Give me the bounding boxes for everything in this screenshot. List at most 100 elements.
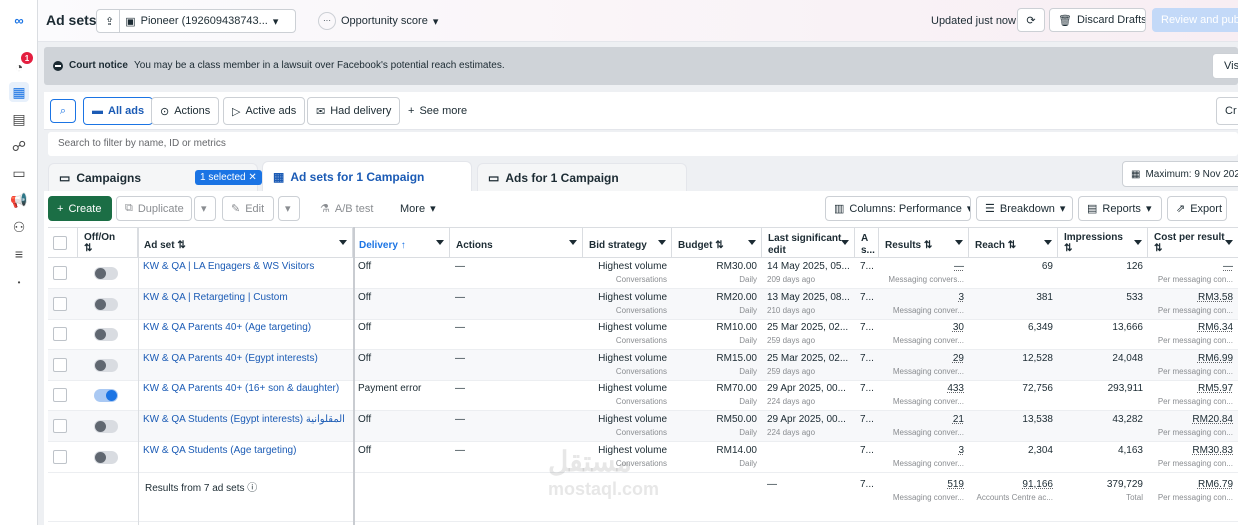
row-checkbox[interactable] bbox=[53, 449, 67, 464]
as-header[interactable]: A s... bbox=[855, 228, 879, 258]
chevron-down-icon: ▾ bbox=[967, 202, 970, 215]
cell-action: — bbox=[450, 258, 583, 288]
see-more-button[interactable]: + See more bbox=[400, 97, 476, 125]
cell-name[interactable]: KW & QA Parents 40+ (16+ son & daughter) bbox=[138, 380, 353, 410]
table-row[interactable]: KW & QA | LA Engagers & WS Visitors Off — H… bbox=[48, 258, 1238, 289]
adset-header[interactable]: Ad set ⇅ bbox=[138, 228, 353, 258]
cpr-value: RM6.79 bbox=[1197, 479, 1233, 491]
create-button[interactable]: + Create bbox=[48, 196, 112, 221]
table-row[interactable]: KW & QA Students (Egypt interests) المقل… bbox=[48, 411, 1238, 442]
row-toggle[interactable] bbox=[94, 358, 118, 372]
row-toggle[interactable] bbox=[94, 389, 118, 403]
edit-dropdown[interactable]: ▾ bbox=[278, 196, 300, 221]
more-dot-icon[interactable]: • bbox=[9, 272, 29, 292]
duplicate-button[interactable]: ⧉ Duplicate bbox=[116, 196, 192, 221]
audience-icon[interactable]: ☍ bbox=[9, 136, 29, 156]
row-checkbox[interactable] bbox=[53, 327, 67, 342]
upload-icon: ⇪ bbox=[105, 15, 115, 28]
billing-icon[interactable]: ▭ bbox=[9, 163, 29, 183]
results-header[interactable]: Results ⇅ bbox=[879, 228, 969, 258]
had-delivery-filter[interactable]: ✉ Had delivery bbox=[307, 97, 401, 125]
notice-message: You may be a class member in a lawsuit o… bbox=[134, 60, 505, 71]
table-row[interactable]: KW & QA Parents 40+ (16+ son & daughter)… bbox=[48, 380, 1238, 412]
row-checkbox[interactable] bbox=[53, 296, 67, 311]
selected-chip[interactable]: 1 selected ✕ bbox=[195, 170, 262, 185]
pages-icon[interactable]: ▤ bbox=[9, 109, 29, 129]
date-range-picker[interactable]: ▦ Maximum: 9 Nov 2024 bbox=[1122, 161, 1238, 187]
reports-button[interactable]: ▤ Reports ▾ bbox=[1078, 196, 1162, 221]
breakdown-button[interactable]: ☰ Breakdown ▾ bbox=[976, 196, 1073, 221]
select-all-checkbox[interactable] bbox=[53, 236, 67, 250]
search-input[interactable]: Search to filter by name, ID or metrics bbox=[48, 132, 1238, 156]
row-checkbox[interactable] bbox=[53, 388, 67, 403]
opportunity-icon: ··· bbox=[318, 12, 336, 30]
row-toggle[interactable] bbox=[94, 267, 118, 280]
cpr-value: RM6.99 bbox=[1197, 352, 1233, 364]
opportunity-score-button[interactable]: ··· Opportunity score ▾ bbox=[310, 9, 446, 33]
delivery-value: Payment error bbox=[358, 383, 422, 395]
table-row[interactable]: KW & QA Parents 40+ (Egypt interests) Off… bbox=[48, 349, 1238, 381]
cell-cpr: RM6.79 Per messaging con... bbox=[1148, 476, 1238, 506]
megaphone-icon[interactable]: 📢 bbox=[9, 190, 29, 210]
budget-value: RM14.00 bbox=[716, 444, 757, 456]
review-publish-button[interactable]: Review and publish bbox=[1152, 8, 1238, 32]
account-name: Pioneer (192609438743... bbox=[140, 15, 268, 27]
tab-campaigns[interactable]: ▭ Campaigns 1 selected ✕ bbox=[48, 163, 262, 191]
cell-name[interactable]: KW & QA Students (Age targeting) bbox=[138, 442, 353, 472]
actions-header[interactable]: Actions bbox=[450, 228, 583, 258]
row-toggle[interactable] bbox=[94, 297, 118, 311]
menu-icon[interactable]: ≡ bbox=[9, 244, 29, 264]
last-edit-header[interactable]: Last significant edit bbox=[762, 228, 855, 258]
cell-name[interactable]: KW & QA | LA Engagers & WS Visitors bbox=[138, 258, 353, 288]
tab-adsets[interactable]: ▦ Ad sets for 1 Campaign bbox=[262, 161, 472, 191]
table-row[interactable]: KW & QA Parents 40+ (Age targeting) Off — H… bbox=[48, 319, 1238, 351]
row-toggle[interactable] bbox=[94, 450, 118, 464]
cell-name[interactable]: KW & QA | Retargeting | Custom bbox=[138, 289, 353, 319]
create-view-button[interactable]: Cr bbox=[1216, 97, 1238, 125]
meta-logo-icon[interactable]: ∞ bbox=[9, 10, 29, 30]
impr-value: 13,666 bbox=[1112, 322, 1143, 334]
search-button[interactable]: ⌕ bbox=[50, 99, 76, 123]
row-checkbox[interactable] bbox=[53, 419, 67, 433]
cpr-header[interactable]: Cost per result ⇅ bbox=[1148, 228, 1238, 258]
more-button[interactable]: More ▾ bbox=[392, 196, 448, 221]
delivery-header[interactable]: Delivery ↑ bbox=[353, 228, 450, 258]
offon-header[interactable]: Off/On ⇅ bbox=[78, 228, 138, 258]
duplicate-dropdown[interactable]: ▾ bbox=[194, 196, 216, 221]
discard-drafts-button[interactable]: 🗑 Discard Drafts bbox=[1049, 8, 1146, 32]
cell-name[interactable]: KW & QA Students (Egypt interests) المقل… bbox=[138, 411, 353, 441]
cell-name[interactable]: KW & QA Parents 40+ (Age targeting) bbox=[138, 319, 353, 349]
tab-ads[interactable]: ▭ Ads for 1 Campaign bbox=[477, 163, 687, 191]
bid-value: Highest volume bbox=[598, 322, 667, 334]
actions-filter[interactable]: ⊙ Actions bbox=[151, 97, 220, 125]
close-icon[interactable]: ✕ bbox=[248, 172, 256, 183]
all-ads-filter[interactable]: ▬ All ads bbox=[83, 97, 154, 125]
table-view-icon[interactable]: ▦ bbox=[9, 82, 29, 102]
columns-button[interactable]: ▥ Columns: Performance ▾ bbox=[825, 196, 971, 221]
visit-button[interactable]: Visit bbox=[1212, 53, 1238, 79]
ab-test-button[interactable]: ⚗ A/B test bbox=[312, 196, 384, 221]
row-checkbox[interactable] bbox=[53, 266, 67, 280]
row-checkbox[interactable] bbox=[53, 357, 67, 372]
row-toggle[interactable] bbox=[94, 420, 118, 433]
edit-button[interactable]: ✎ Edit bbox=[222, 196, 274, 221]
impressions-header[interactable]: Impressions ⇅ bbox=[1058, 228, 1148, 258]
budget-header[interactable]: Budget ⇅ bbox=[672, 228, 762, 258]
notice-label: Court notice bbox=[69, 60, 128, 71]
search-placeholder: Search to filter by name, ID or metrics bbox=[58, 138, 226, 149]
info-icon[interactable]: ⓘ bbox=[244, 483, 257, 494]
row-toggle[interactable] bbox=[94, 328, 118, 342]
notifications-icon[interactable]: ◔ 1 bbox=[9, 52, 33, 77]
active-ads-filter[interactable]: ▷ Active ads bbox=[223, 97, 306, 125]
bid-strategy-header[interactable]: Bid strategy bbox=[583, 228, 672, 258]
network-icon[interactable]: ⚇ bbox=[9, 217, 29, 237]
cell-name[interactable]: KW & QA Parents 40+ (Egypt interests) bbox=[138, 350, 353, 380]
table-row[interactable]: KW & QA | Retargeting | Custom Off — Highes… bbox=[48, 288, 1238, 320]
results-value: 433 bbox=[947, 383, 964, 395]
account-selector[interactable]: ⇪ ▣ Pioneer (192609438743... ▾ bbox=[96, 9, 296, 33]
cell-results: 519 Messaging conver... bbox=[879, 476, 969, 506]
bid-subtext: Conversations bbox=[615, 336, 667, 346]
export-button[interactable]: ⇗ Export bbox=[1167, 196, 1227, 221]
reach-header[interactable]: Reach ⇅ bbox=[969, 228, 1058, 258]
refresh-button[interactable]: ⟳ bbox=[1017, 8, 1045, 32]
